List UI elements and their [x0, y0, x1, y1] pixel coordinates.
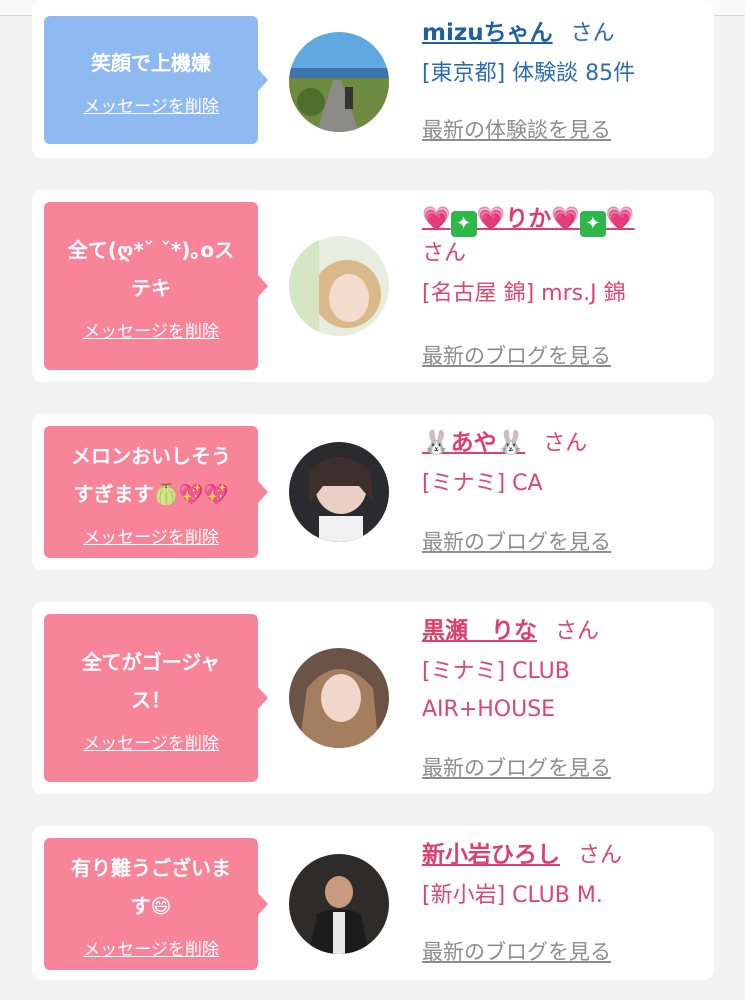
avatar-photo-girl: [289, 442, 389, 542]
sparkle-icon: ✦: [450, 211, 477, 237]
honorific: さん: [578, 843, 623, 868]
girl-name-link[interactable]: 💗 ✦ 💗りか💗 ✦ 💗: [422, 206, 635, 237]
honorific: さん: [570, 21, 615, 46]
avatar[interactable]: [289, 854, 389, 954]
shop-info: [名古屋 錦] mrs.J 錦: [422, 281, 626, 306]
rabbit-icon: 🐰: [422, 430, 451, 456]
shop-info: [東京都] 体験談 85件: [422, 61, 636, 86]
shop-info: [ミナミ] CA: [422, 471, 543, 496]
latest-blog-link[interactable]: 最新のブログを見る: [422, 752, 611, 782]
avatar-photo-man: [289, 854, 389, 954]
girl-name-text: りか: [505, 206, 552, 232]
message-bubble: 全て(ღ*ˇ ˇ*)｡oス テキ メッセージを削除: [44, 202, 268, 370]
girl-name-link[interactable]: 黒瀬 りな: [422, 618, 537, 644]
girl-info: mizuちゃん さん [東京都] 体験談 85件: [422, 16, 702, 93]
shop-info: [新小岩] CLUB M.: [422, 883, 603, 908]
delete-message-link[interactable]: メッセージを削除: [83, 317, 219, 342]
girl-name-link[interactable]: mizuちゃん: [422, 20, 553, 46]
latest-review-link[interactable]: 最新の体験談を見る: [422, 114, 611, 144]
heart-icon: 💗: [605, 206, 635, 232]
girl-info: 黒瀬 りな さん [ミナミ] CLUB AIR+HOUSE: [422, 614, 702, 729]
message-text: 笑顔で上機嫌: [91, 50, 211, 75]
honorific: さん: [422, 241, 467, 266]
avatar-photo-girl: [289, 236, 389, 336]
honorific: さん: [555, 619, 600, 644]
heart-icon: 💗: [476, 206, 506, 232]
rabbit-icon: 🐰: [496, 430, 526, 456]
avatar[interactable]: [289, 442, 389, 542]
girl-info: 💗 ✦ 💗りか💗 ✦ 💗 さん [名古屋 錦] mrs.J 錦: [422, 202, 702, 313]
latest-blog-link[interactable]: 最新のブログを見る: [422, 526, 611, 556]
message-bubble: 笑顔で上機嫌 メッセージを削除: [44, 16, 268, 144]
message-bubble: 全てがゴージャ ス！ メッセージを削除: [44, 614, 268, 782]
message-bubble: 有り難うございま す😄 メッセージを削除: [44, 838, 268, 970]
message-card-5: 有り難うございま す😄 メッセージを削除 新小岩ひろし さん [新小岩] CLUB…: [32, 826, 714, 980]
message-card-4: 全てがゴージャ ス！ メッセージを削除 黒瀬 りな さん [ミナミ] CLUB A…: [32, 602, 714, 794]
avatar-photo-girl: [289, 648, 389, 748]
delete-message-link[interactable]: メッセージを削除: [83, 523, 219, 548]
heart-icon: 💗: [422, 206, 451, 232]
shop-info: [ミナミ] CLUB AIR+HOUSE: [422, 659, 570, 722]
delete-message-link[interactable]: メッセージを削除: [83, 729, 219, 754]
avatar[interactable]: [289, 32, 389, 132]
avatar-photo-road: [289, 32, 389, 132]
message-text: 有り難うございま す😄: [71, 855, 231, 918]
message-text: 全て(ღ*ˇ ˇ*)｡oス テキ: [67, 237, 235, 300]
avatar[interactable]: [289, 648, 389, 748]
delete-message-link[interactable]: メッセージを削除: [83, 92, 219, 117]
girl-name-link[interactable]: 🐰あや🐰: [422, 430, 525, 456]
message-text: メロンおいしそう すぎます🍈💖💖: [71, 443, 231, 506]
message-text: 全てがゴージャ ス！: [81, 649, 221, 712]
girl-name-text: あや: [450, 430, 497, 456]
sparkle-icon: ✦: [579, 211, 606, 237]
latest-blog-link[interactable]: 最新のブログを見る: [422, 936, 611, 966]
girl-info: 新小岩ひろし さん [新小岩] CLUB M.: [422, 838, 702, 915]
message-card-3: メロンおいしそう すぎます🍈💖💖 メッセージを削除 🐰あや🐰 さん [ミナミ] C…: [32, 414, 714, 570]
honorific: さん: [543, 431, 588, 456]
message-card-1: 笑顔で上機嫌 メッセージを削除 mizuちゃん さん [東京都] 体験談 85件 …: [32, 0, 714, 158]
message-card-2: 全て(ღ*ˇ ˇ*)｡oス テキ メッセージを削除 💗 ✦ 💗りか💗 ✦ 💗 さん [名…: [32, 190, 714, 382]
heart-icon: 💗: [551, 206, 580, 232]
girl-name-link[interactable]: 新小岩ひろし: [422, 842, 560, 868]
girl-info: 🐰あや🐰 さん [ミナミ] CA: [422, 426, 702, 503]
avatar[interactable]: [289, 236, 389, 336]
latest-blog-link[interactable]: 最新のブログを見る: [422, 340, 611, 370]
delete-message-link[interactable]: メッセージを削除: [83, 935, 219, 960]
message-bubble: メロンおいしそう すぎます🍈💖💖 メッセージを削除: [44, 426, 268, 558]
